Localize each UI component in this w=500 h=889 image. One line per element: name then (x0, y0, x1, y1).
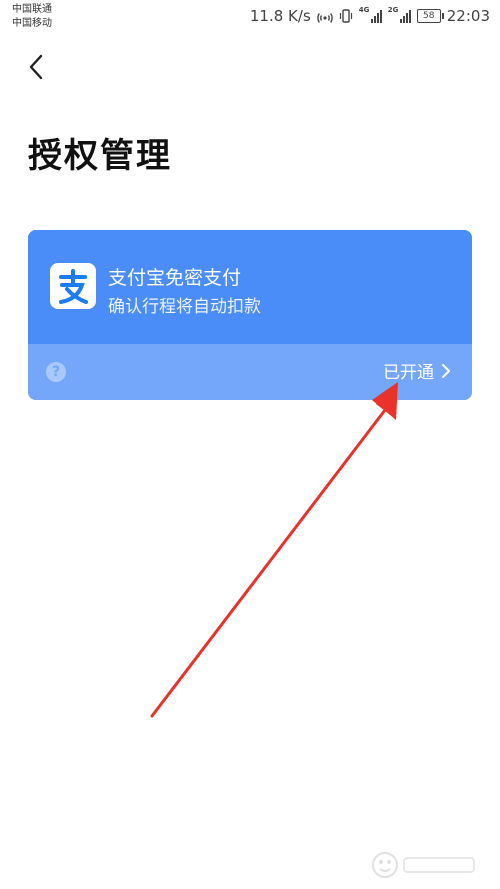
chevron-right-icon (442, 363, 450, 378)
page-title: 授权管理 (28, 136, 172, 176)
vibrate-icon (339, 9, 352, 23)
status-indicators: 11.8 K/s 4G 2G 58 22:03 (250, 6, 490, 26)
authorization-card: 支付宝免密支付 确认行程将自动扣款 ? 已开通 (28, 230, 472, 400)
alipay-icon (50, 263, 96, 309)
card-header: 支付宝免密支付 确认行程将自动扣款 (28, 230, 472, 344)
carrier-labels: 中国联通 中国移动 (12, 3, 52, 31)
hotspot-icon (317, 13, 333, 23)
battery-icon: 58 (416, 9, 444, 23)
enabled-status-label: 已开通 (383, 363, 434, 383)
carrier-1: 中国联通 (12, 4, 52, 15)
chevron-left-icon (29, 54, 43, 80)
signal-4g-icon: 4G (359, 6, 382, 23)
network-speed: 11.8 K/s (249, 7, 311, 25)
clock: 22:03 (446, 7, 490, 25)
carrier-2: 中国移动 (12, 18, 52, 29)
card-title: 支付宝免密支付 (108, 267, 242, 289)
help-icon[interactable]: ? (46, 362, 66, 382)
back-button[interactable] (22, 52, 52, 82)
baidu-watermark-icon (372, 852, 475, 878)
status-bar: 中国联通 中国移动 11.8 K/s 4G 2G 58 22:03 (0, 0, 500, 36)
signal-2g-icon: 2G (388, 6, 411, 23)
enabled-status-link[interactable]: 已开通 (383, 358, 452, 383)
card-footer: ? 已开通 (28, 344, 472, 400)
card-subtitle: 确认行程将自动扣款 (108, 297, 261, 317)
